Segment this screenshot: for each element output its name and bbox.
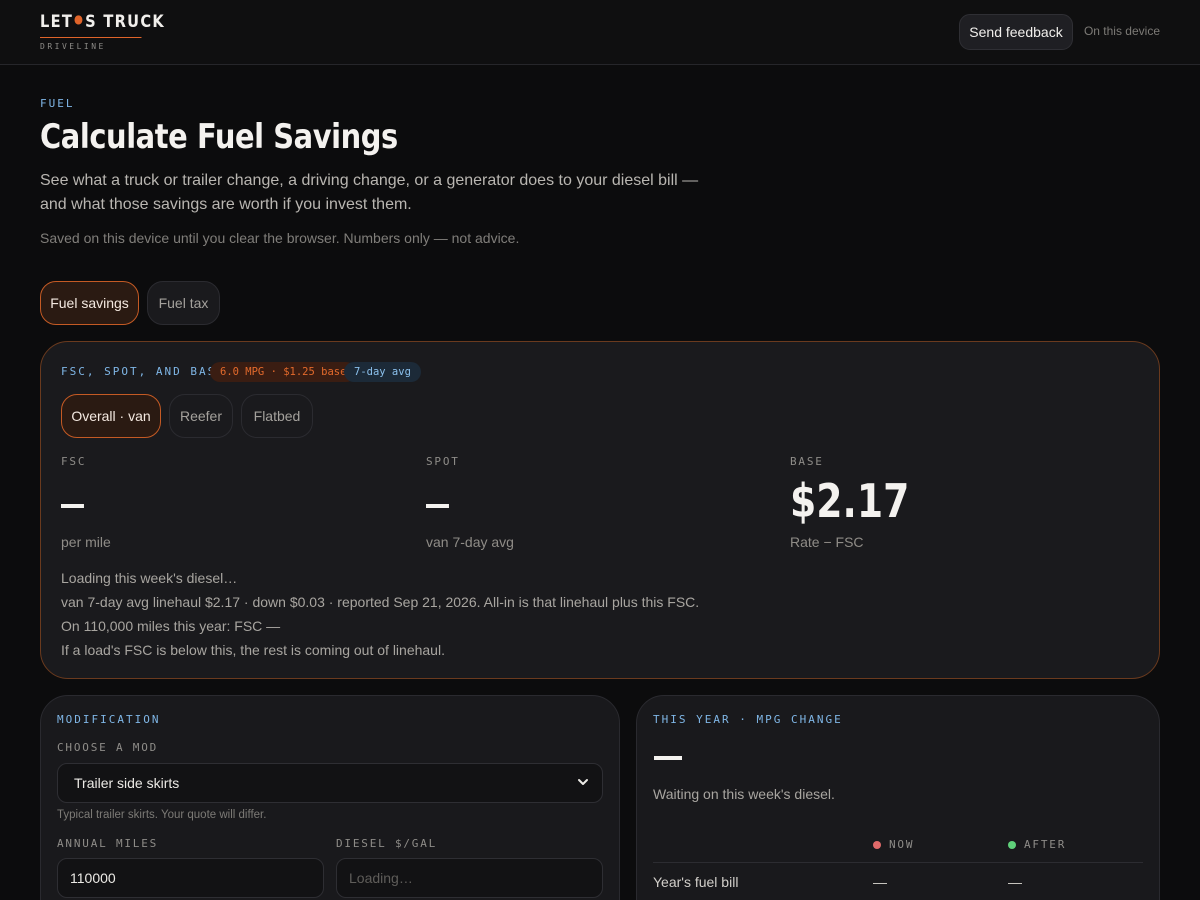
fsc-eyebrow: FSC, SPOT, AND BASE (61, 365, 225, 378)
avg-period-badge: 7-day avg (344, 362, 421, 382)
mod-helper-text: Typical trailer skirts. Your quote will … (57, 809, 267, 821)
brand-name-part: S TRUCK (85, 12, 165, 32)
diesel-price-label: DIESEL $/GAL (336, 837, 438, 850)
choose-mod-label: CHOOSE A MOD (57, 741, 159, 754)
device-storage-label: On this device (1083, 24, 1160, 38)
brand-subtitle: DRIVELINE (40, 42, 106, 51)
page-description: See what a truck or trailer change, a dr… (40, 172, 699, 213)
brand-name: LET●S TRUCK (40, 12, 164, 38)
segment-overall-van[interactable]: Overall · van (61, 394, 161, 438)
after-column-label: AFTER (1024, 838, 1067, 851)
fsc-note: Loading this week's diesel… (61, 570, 238, 586)
storage-note: Saved on this device until you clear the… (40, 230, 520, 246)
base-metric-label: BASE (790, 455, 824, 468)
fsc-card: FSC, SPOT, AND BASE 6.0 MPG · $1.25 base… (40, 341, 1160, 679)
fsc-metric: FSC per mile (61, 455, 111, 550)
fsc-notes: Loading this week's diesel… van 7-day av… (61, 566, 699, 662)
brand-logo[interactable]: LET●S TRUCK DRIVELINE (40, 12, 164, 51)
base-metric-value: $2.17 (790, 474, 910, 528)
waiting-message: Waiting on this week's diesel. (653, 786, 835, 802)
brand-name-part: LET (40, 12, 74, 32)
fuel-bill-after-value: — (1008, 874, 1022, 890)
tab-fuel-tax[interactable]: Fuel tax (147, 281, 220, 325)
mod-select-value: Trailer side skirts (74, 775, 180, 791)
spot-metric: SPOT van 7-day avg (426, 455, 514, 550)
top-bar: LET●S TRUCK DRIVELINE Send feedback On t… (0, 0, 1200, 65)
fuel-bill-now-value: — (873, 874, 887, 890)
now-column-label: NOW (889, 838, 915, 851)
mpg-base-badge: 6.0 MPG · $1.25 base (210, 362, 357, 382)
mod-select[interactable]: Trailer side skirts (57, 763, 603, 803)
fuel-bill-row-label: Year's fuel bill (653, 874, 739, 890)
base-metric-sub: Rate − FSC (790, 534, 864, 550)
annual-miles-label: ANNUAL MILES (57, 837, 159, 850)
fsc-metric-label: FSC (61, 455, 87, 468)
spot-metric-label: SPOT (426, 455, 460, 468)
send-feedback-button[interactable]: Send feedback (959, 14, 1073, 50)
fsc-metric-value (61, 476, 102, 526)
fsc-note: If a load's FSC is below this, the rest … (61, 642, 445, 658)
now-column-header: NOW (873, 838, 914, 851)
this-year-eyebrow: THIS YEAR · MPG CHANGE (653, 713, 843, 726)
after-column-header: AFTER (1008, 838, 1066, 851)
section-eyebrow: FUEL (40, 97, 75, 110)
page-title: Calculate Fuel Savings (40, 117, 398, 157)
tab-fuel-savings[interactable]: Fuel savings (40, 281, 139, 325)
spot-metric-value (426, 476, 498, 526)
spot-metric-sub: van 7-day avg (426, 534, 514, 550)
fsc-note: van 7-day avg linehaul $2.17 · down $0.0… (61, 594, 700, 610)
table-divider (653, 862, 1143, 863)
after-dot-icon (1008, 840, 1016, 849)
modification-eyebrow: MODIFICATION (57, 713, 161, 726)
fsc-note: On 110,000 miles this year: FSC — (61, 618, 281, 634)
annual-miles-input[interactable] (57, 858, 324, 898)
empty-value-dash (654, 756, 682, 760)
modification-card: MODIFICATION CHOOSE A MOD Trailer side s… (40, 695, 620, 900)
empty-value-dash (61, 503, 84, 508)
fsc-metric-sub: per mile (61, 534, 111, 550)
now-dot-icon (873, 840, 881, 849)
base-metric: BASE $2.17 Rate − FSC (790, 455, 936, 550)
segment-reefer[interactable]: Reefer (169, 394, 233, 438)
brand-dot-icon: ● (74, 12, 85, 26)
segment-flatbed[interactable]: Flatbed (241, 394, 313, 438)
chevron-down-icon (578, 779, 588, 785)
empty-value-dash (426, 503, 449, 508)
this-year-card: THIS YEAR · MPG CHANGE Waiting on this w… (636, 695, 1160, 900)
diesel-price-input[interactable] (336, 858, 603, 898)
